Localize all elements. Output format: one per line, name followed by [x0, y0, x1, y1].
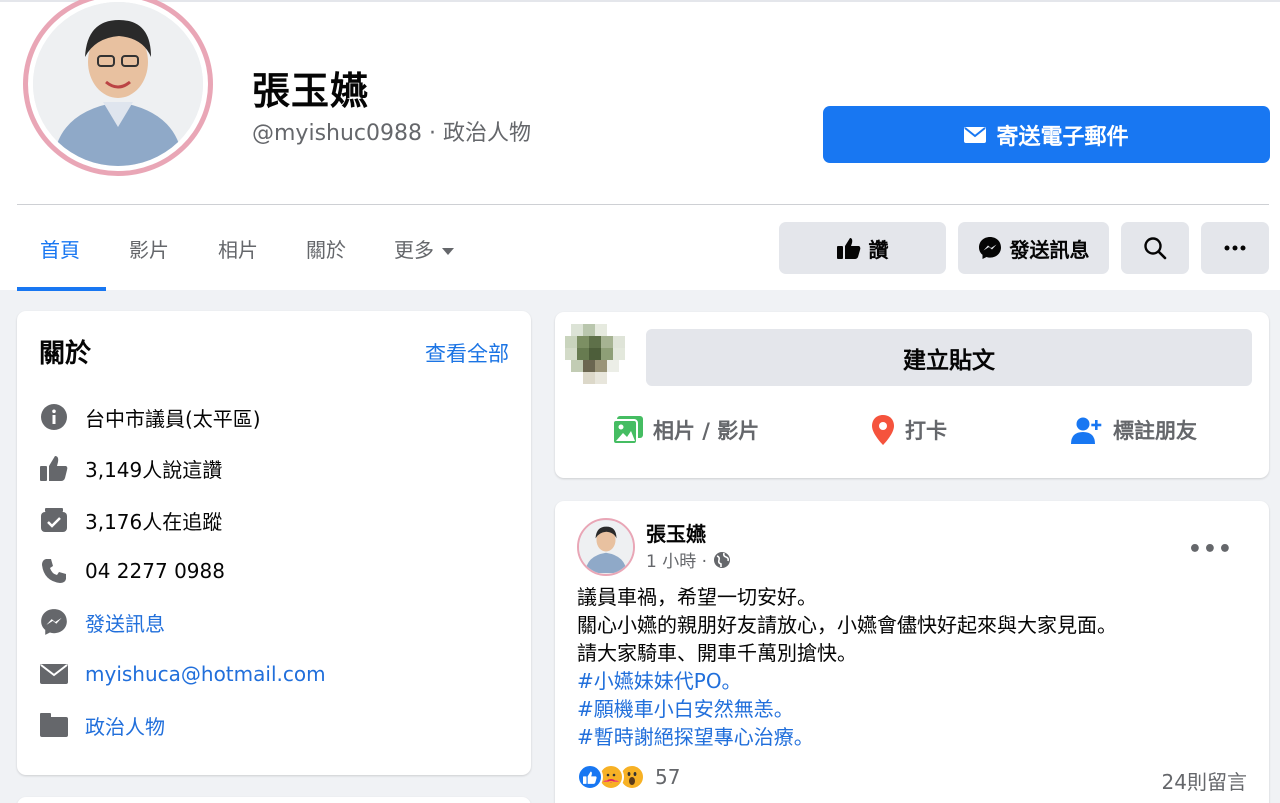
- next-card: [17, 797, 531, 803]
- header-divider: [17, 204, 1269, 205]
- tag-friends-label: 標註朋友: [1113, 419, 1197, 443]
- about-item-followers: 3,176人在追蹤: [39, 505, 222, 535]
- post-hashtag[interactable]: #小嬿妹妹代PO。: [577, 667, 1117, 695]
- create-post-input[interactable]: 建立貼文: [646, 329, 1252, 386]
- about-item-email[interactable]: myishuca@hotmail.com: [39, 659, 326, 689]
- about-item-category[interactable]: 政治人物: [39, 710, 165, 740]
- messenger-icon: [39, 607, 69, 637]
- email-icon: [39, 659, 69, 689]
- page-header: 張玉嬿 @myishuc0988 · 政治人物 寄送電子郵件 首頁 影片 相片 …: [0, 0, 1280, 291]
- messenger-icon: [978, 237, 1001, 259]
- check-in-button[interactable]: 打卡: [871, 415, 947, 445]
- thumbs-up-icon: [836, 238, 860, 259]
- photo-video-button[interactable]: 相片 / 影片: [613, 415, 759, 445]
- post-line: 關心小嬿的親朋好友請放心，小嬿會儘快好起來與大家見面。: [577, 613, 1117, 637]
- tag-friends-button[interactable]: 標註朋友: [1071, 415, 1197, 445]
- post-line: 議員車禍，希望一切安好。: [577, 585, 817, 609]
- photo-video-label: 相片 / 影片: [653, 419, 760, 443]
- category-icon: [39, 710, 69, 740]
- phone-icon: [39, 556, 69, 586]
- active-tab-indicator: [17, 287, 106, 291]
- page-title: 張玉嬿: [252, 69, 370, 113]
- reaction-count: 57: [655, 765, 681, 789]
- post-card: 張玉嬿 1 小時 · ••• 議員車禍，希望一切安好。 關心小嬿的親朋好友請放心…: [555, 501, 1269, 803]
- check-in-label: 打卡: [905, 419, 947, 443]
- like-button[interactable]: 讚: [779, 222, 946, 274]
- message-button[interactable]: 發送訊息: [958, 222, 1109, 274]
- tag-friends-icon: [1071, 417, 1102, 444]
- envelope-icon: [964, 126, 987, 143]
- post-options-button[interactable]: •••: [1188, 537, 1233, 562]
- user-avatar: [561, 320, 629, 388]
- follow-icon: [39, 505, 69, 535]
- tab-videos[interactable]: 影片: [129, 234, 169, 263]
- create-post-card: 建立貼文 相片 / 影片 打卡 標註朋友: [555, 312, 1269, 478]
- location-pin-icon: [872, 415, 894, 445]
- post-text: 議員車禍，希望一切安好。 關心小嬿的親朋好友請放心，小嬿會儘快好起來與大家見面。…: [577, 583, 1117, 751]
- comments-count-link[interactable]: 24則留言: [1162, 766, 1247, 795]
- profile-avatar[interactable]: [23, 0, 213, 176]
- search-icon: [1144, 237, 1167, 260]
- post-hashtag[interactable]: #暫時謝絕探望專心治療。: [577, 723, 1117, 751]
- chevron-down-icon: [442, 248, 454, 255]
- page-handle: @myishuc0988 · 政治人物: [252, 121, 531, 146]
- send-email-button[interactable]: 寄送電子郵件: [823, 106, 1270, 163]
- photo-icon: [613, 416, 643, 444]
- post-timestamp[interactable]: 1 小時 ·: [646, 547, 707, 572]
- about-item-likes: 3,149人說這讚: [39, 453, 222, 483]
- about-item-label[interactable]: myishuca@hotmail.com: [85, 662, 326, 686]
- post-author-avatar[interactable]: [577, 518, 635, 576]
- profile-photo: [33, 2, 203, 166]
- like-icon: [39, 453, 69, 483]
- post-line: 請大家騎車、開車千萬別搶快。: [577, 641, 857, 665]
- tab-about[interactable]: 關於: [306, 234, 346, 263]
- like-label: 讚: [868, 237, 889, 262]
- about-item-phone: 04 2277 0988: [39, 556, 225, 586]
- tab-photos[interactable]: 相片: [218, 234, 258, 263]
- tab-more-label: 更多: [394, 238, 434, 262]
- tab-more[interactable]: 更多: [394, 234, 454, 263]
- search-button[interactable]: [1121, 222, 1189, 274]
- about-item-message[interactable]: 發送訊息: [39, 607, 165, 637]
- more-icon: [1224, 245, 1246, 251]
- about-item-label: 3,176人在追蹤: [85, 509, 223, 534]
- post-meta: 1 小時 ·: [646, 547, 731, 572]
- about-item-label: 3,149人說這讚: [85, 457, 223, 482]
- reactions-summary[interactable]: 57: [577, 764, 680, 790]
- post-hashtag[interactable]: #願機車小白安然無恙。: [577, 695, 1117, 723]
- about-card: 關於 查看全部 台中市議員(太平區) 3,149人說這讚 3,176人在追蹤 0…: [17, 311, 531, 775]
- post-author-name[interactable]: 張玉嬿: [646, 518, 706, 547]
- info-icon: [39, 402, 69, 432]
- tab-home[interactable]: 首頁: [40, 234, 80, 263]
- send-email-label: 寄送電子郵件: [996, 124, 1129, 150]
- about-item-label: 台中市議員(太平區): [85, 406, 261, 431]
- more-options-button[interactable]: [1201, 222, 1269, 274]
- about-item-label: 04 2277 0988: [85, 559, 225, 583]
- about-item-label[interactable]: 政治人物: [85, 711, 165, 740]
- about-item-label[interactable]: 發送訊息: [85, 608, 165, 637]
- like-reaction-icon: [577, 764, 603, 790]
- see-all-link[interactable]: 查看全部: [425, 338, 509, 368]
- globe-icon: [714, 551, 731, 568]
- about-item-position: 台中市議員(太平區): [39, 402, 261, 432]
- message-label: 發送訊息: [1009, 237, 1090, 262]
- about-title: 關於: [39, 339, 92, 369]
